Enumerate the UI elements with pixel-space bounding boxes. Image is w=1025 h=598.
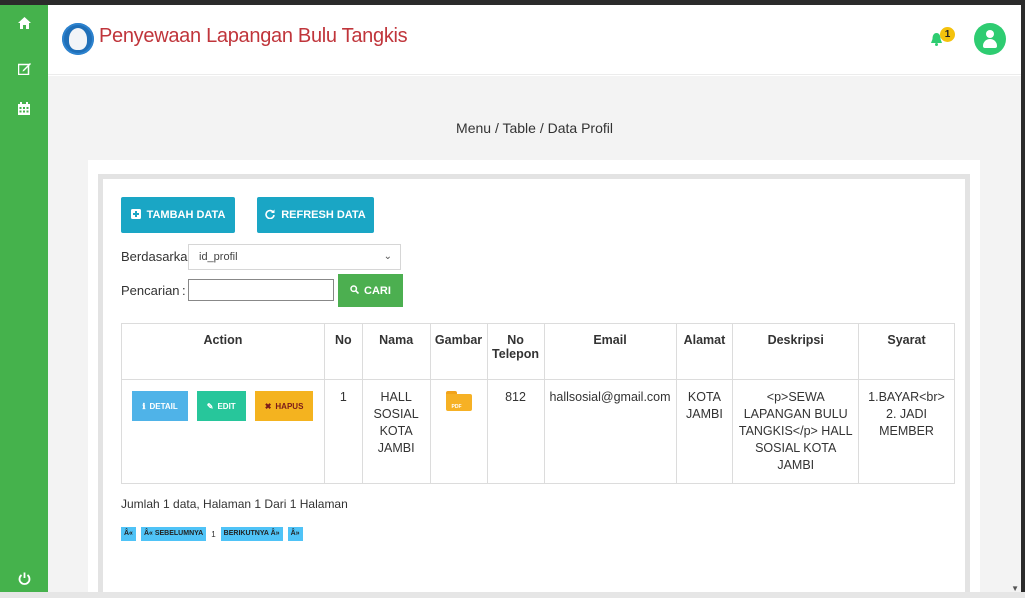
pencil-icon: ✎ (206, 401, 214, 411)
column-header-no: No (323, 323, 363, 380)
home-icon[interactable] (14, 15, 34, 35)
pagination-summary: Jumlah 1 data, Halaman 1 Dari 1 Halaman (121, 497, 348, 511)
refresh-data-label: REFRESH DATA (281, 209, 366, 221)
berdasarkan-select[interactable]: id_profil ⌄ (188, 244, 401, 270)
refresh-icon (265, 208, 276, 222)
app-title[interactable]: Penyewaan Lapangan Bulu Tangkis (99, 25, 408, 48)
hapus-label: HAPUS (275, 401, 304, 411)
plus-icon (130, 208, 141, 222)
cell-nama: HALL SOSIAL KOTA JAMBI (361, 379, 431, 484)
user-avatar[interactable] (974, 23, 1006, 55)
column-header-gambar: Gambar (429, 323, 488, 380)
column-header-telepon: No Telepon (486, 323, 545, 380)
calendar-icon[interactable] (14, 101, 34, 121)
pagination: Â« Â« SEBELUMNYA 1 BERIKUTNYA Â» Â» (121, 527, 303, 541)
power-icon[interactable] (14, 571, 34, 591)
pencarian-separator: : (182, 283, 186, 298)
search-icon (350, 284, 360, 297)
page-last-button[interactable]: Â» (287, 527, 303, 541)
column-header-nama: Nama (361, 323, 431, 380)
page-next-button[interactable]: BERIKUTNYA Â» (220, 527, 283, 541)
column-header-alamat: Alamat (675, 323, 734, 380)
tambah-data-button[interactable]: TAMBAH DATA (121, 197, 235, 233)
berdasarkan-value: id_profil (199, 251, 238, 263)
chevron-down-icon: ⌄ (383, 251, 392, 262)
table-row: ℹ DETAIL ✎ EDIT ✖ HAPUS 1 HALL SOSIAL KO… (121, 379, 955, 484)
cari-button[interactable]: CARI (338, 274, 403, 307)
edit-icon[interactable] (14, 61, 34, 81)
info-icon: ℹ (142, 401, 146, 411)
edit-button[interactable]: ✎ EDIT (196, 391, 246, 421)
scroll-down-icon[interactable]: ▼ (1011, 584, 1019, 593)
detail-button[interactable]: ℹ DETAIL (132, 391, 188, 421)
page-prev-button[interactable]: Â« SEBELUMNYA (140, 527, 207, 541)
refresh-data-button[interactable]: REFRESH DATA (257, 197, 374, 233)
content-card: TAMBAH DATA REFRESH DATA Berdasarkan: id… (88, 160, 980, 598)
search-input[interactable] (188, 279, 334, 301)
window-frame-right (1021, 0, 1025, 598)
x-icon: ✖ (264, 401, 272, 411)
cell-email: hallsosial@gmail.com (543, 379, 677, 484)
cell-alamat: KOTA JAMBI (675, 379, 734, 484)
column-header-action: Action (121, 323, 325, 380)
cell-no: 1 (323, 379, 363, 484)
column-header-deskripsi: Deskripsi (732, 323, 860, 380)
breadcrumb: Menu / Table / Data Profil (456, 120, 613, 136)
table-header-row: Action No Nama Gambar No Telepon Email A… (121, 323, 955, 380)
berdasarkan-label: Berdasarkan: (121, 249, 199, 264)
top-navbar: Penyewaan Lapangan Bulu Tangkis 1 (48, 5, 1021, 75)
folder-icon[interactable]: PDF (445, 391, 472, 411)
edit-label: EDIT (217, 401, 236, 411)
data-panel: TAMBAH DATA REFRESH DATA Berdasarkan: id… (98, 174, 970, 598)
page-current[interactable]: 1 (211, 530, 215, 539)
notification-badge: 1 (940, 27, 955, 42)
cell-syarat: 1.BAYAR<br> 2. JADI MEMBER (858, 379, 955, 484)
file-type-label: PDF (451, 404, 462, 410)
tambah-data-label: TAMBAH DATA (146, 209, 226, 221)
action-cell: ℹ DETAIL ✎ EDIT ✖ HAPUS (121, 379, 325, 484)
user-icon (986, 30, 994, 38)
page-first-button[interactable]: Â« (121, 527, 136, 541)
cell-deskripsi: <p>SEWA LAPANGAN BULU TANGKIS</p> HALL S… (732, 379, 860, 484)
cari-label: CARI (364, 284, 391, 297)
sidebar (0, 5, 48, 598)
data-table: Action No Nama Gambar No Telepon Email A… (121, 323, 955, 484)
column-header-syarat: Syarat (858, 323, 955, 380)
notification-bell[interactable]: 1 (931, 27, 955, 51)
app-logo[interactable] (62, 23, 94, 55)
hapus-button[interactable]: ✖ HAPUS (254, 391, 314, 421)
main-content: Menu / Table / Data Profil TAMBAH DATA R… (48, 76, 1021, 598)
pencarian-label: Pencarian (121, 283, 180, 298)
detail-label: DETAIL (149, 401, 178, 411)
cell-gambar: PDF (429, 379, 488, 484)
cell-telepon: 812 (486, 379, 545, 484)
window-bottom-edge (0, 592, 1025, 598)
column-header-email: Email (543, 323, 677, 380)
